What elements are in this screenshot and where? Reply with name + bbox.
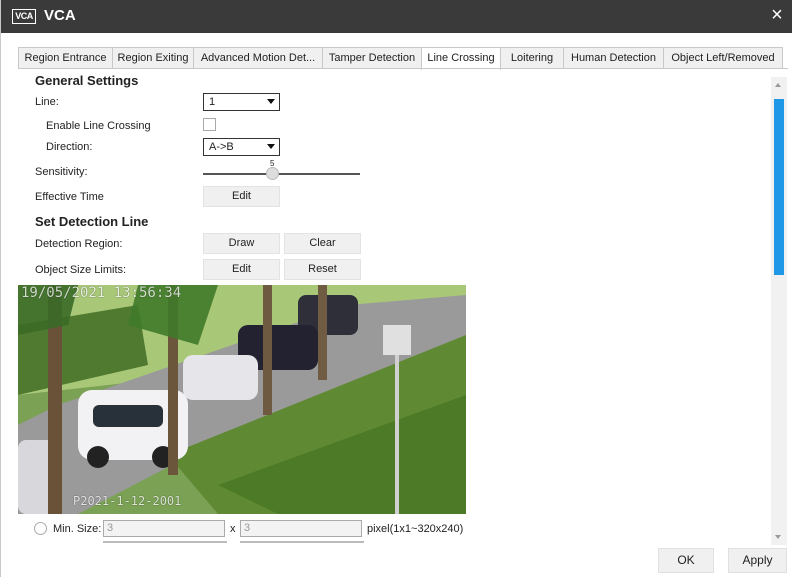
size-separator: x [230, 523, 236, 535]
tab-region-entrance[interactable]: Region Entrance [18, 47, 113, 69]
vca-logo-icon: VCA [12, 9, 36, 24]
clear-button[interactable]: Clear [284, 233, 361, 254]
camera-scene [18, 285, 466, 514]
min-size-height-input[interactable]: 3 [240, 520, 362, 537]
sensitivity-slider-track[interactable] [203, 173, 360, 175]
size-edit-button[interactable]: Edit [203, 259, 280, 280]
chevron-down-icon [267, 144, 275, 149]
dialog-title: VCA [44, 7, 76, 24]
size-range-hint: pixel(1x1~320x240) [367, 523, 464, 535]
tab-loitering[interactable]: Loitering [500, 47, 564, 69]
detection-line-heading: Set Detection Line [35, 214, 149, 229]
direction-select[interactable]: A->B [203, 138, 280, 156]
tab-object-left-removed[interactable]: Object Left/Removed [663, 47, 783, 69]
scrollbar-thumb[interactable] [774, 99, 784, 275]
vca-dialog: VCA VCA × Region Entrance Region Exiting… [0, 0, 792, 577]
tab-human-detection[interactable]: Human Detection [563, 47, 664, 69]
direction-label: Direction: [46, 141, 93, 153]
chevron-down-icon [267, 99, 275, 104]
tab-bar: Region Entrance Region Exiting Advanced … [18, 47, 783, 70]
tab-line-crossing[interactable]: Line Crossing [421, 47, 501, 70]
scroll-down-icon[interactable] [775, 535, 781, 539]
tab-region-exiting[interactable]: Region Exiting [112, 47, 194, 69]
tab-advanced-motion-detection[interactable]: Advanced Motion Det... [193, 47, 323, 69]
detection-region-label: Detection Region: [35, 238, 123, 250]
video-timestamp: 19/05/2021 13:56:34 [21, 285, 182, 301]
min-size-width-input[interactable]: 3 [103, 520, 225, 537]
enable-line-crossing-checkbox[interactable] [203, 118, 216, 131]
reset-button[interactable]: Reset [284, 259, 361, 280]
camera-preview[interactable]: 19/05/2021 13:56:34 P2021-1-12-2001 [18, 285, 466, 514]
enable-line-crossing-label: Enable Line Crossing [46, 120, 151, 132]
next-field-edge [103, 541, 227, 543]
title-bar: VCA VCA × [1, 0, 792, 33]
effective-time-label: Effective Time [35, 191, 104, 203]
line-label: Line: [35, 96, 59, 108]
apply-button[interactable]: Apply [728, 548, 787, 573]
general-settings-heading: General Settings [35, 73, 139, 88]
draw-button[interactable]: Draw [203, 233, 280, 254]
vertical-scrollbar[interactable] [771, 77, 787, 545]
ok-button[interactable]: OK [658, 548, 714, 573]
min-size-label: Min. Size: [53, 523, 102, 535]
min-size-radio[interactable] [34, 522, 47, 535]
tab-tamper-detection[interactable]: Tamper Detection [322, 47, 422, 69]
direction-select-value: A->B [209, 141, 234, 153]
line-select-value: 1 [209, 96, 216, 108]
sensitivity-label: Sensitivity: [35, 166, 88, 178]
object-size-limits-label: Object Size Limits: [35, 264, 127, 276]
close-icon[interactable]: × [767, 4, 787, 26]
scroll-up-icon[interactable] [775, 83, 781, 87]
effective-time-edit-button[interactable]: Edit [203, 186, 280, 207]
next-field-edge [240, 541, 364, 543]
video-camera-name: P2021-1-12-2001 [73, 494, 182, 508]
line-select[interactable]: 1 [203, 93, 280, 111]
sensitivity-slider-thumb[interactable] [266, 167, 279, 180]
